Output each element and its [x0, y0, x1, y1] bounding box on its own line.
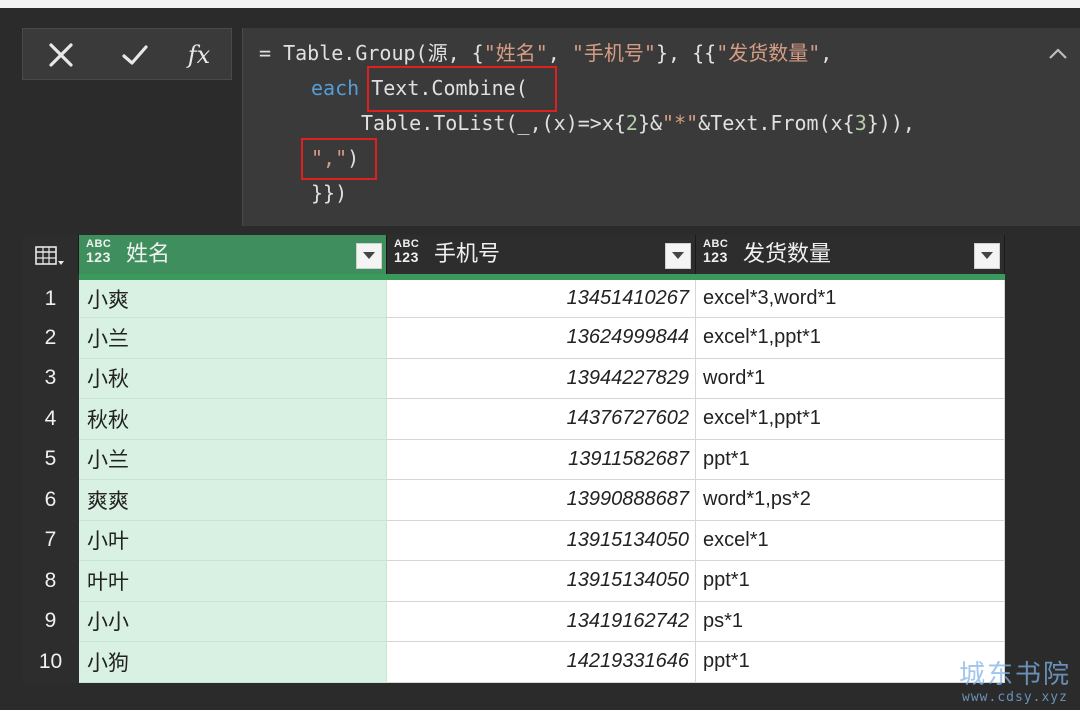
cell-name[interactable]: 小叶 — [78, 519, 387, 561]
cell-quantity[interactable]: ppt*1 — [695, 560, 1005, 602]
formula-line-1: = Table.Group(源, {"姓名", "手机号"}, {{"发货数量"… — [259, 41, 833, 65]
cell-phone[interactable]: 14376727602 — [386, 398, 696, 440]
table-row: 4 秋秋 14376727602 excel*1,ppt*1 — [22, 398, 1005, 440]
table-row: 7 小叶 13915134050 excel*1 — [22, 519, 1005, 561]
cell-name[interactable]: 小兰 — [78, 317, 387, 359]
close-x-icon — [49, 43, 73, 67]
type-any-icon: ABC 123 — [86, 238, 112, 265]
cell-name[interactable]: 小小 — [78, 600, 387, 642]
cell-quantity[interactable]: ppt*1 — [695, 438, 1005, 480]
table-menu-corner[interactable] — [22, 235, 79, 280]
data-grid: ABC 123 姓名 ABC 123 手机号 ABC 123 发货数量 1 小爽… — [22, 235, 1005, 683]
row-number[interactable]: 8 — [22, 560, 79, 602]
chevron-down-icon — [363, 252, 375, 259]
highlight-box-text-combine — [367, 66, 557, 112]
formula-line-5: }}) — [311, 181, 348, 205]
cell-phone[interactable]: 13944227829 — [386, 357, 696, 399]
cell-quantity[interactable]: excel*1 — [695, 519, 1005, 561]
filter-dropdown-button[interactable] — [356, 243, 382, 269]
table-row: 2 小兰 13624999844 excel*1,ppt*1 — [22, 317, 1005, 359]
table-row: 10 小狗 14219331646 ppt*1 — [22, 641, 1005, 683]
watermark-url: www.cdsy.xyz — [962, 690, 1068, 705]
chevron-down-icon — [672, 252, 684, 259]
cell-phone[interactable]: 13915134050 — [386, 560, 696, 602]
collapse-formula-button[interactable] — [1046, 42, 1070, 66]
fx-icon: fx — [187, 41, 211, 69]
type-any-icon: ABC 123 — [394, 238, 420, 265]
cell-phone[interactable]: 13624999844 — [386, 317, 696, 359]
row-number[interactable]: 7 — [22, 519, 79, 561]
cancel-button[interactable] — [41, 35, 81, 75]
cell-quantity[interactable]: word*1 — [695, 357, 1005, 399]
highlight-box-delimiter — [301, 138, 377, 180]
formula-editor[interactable]: = Table.Group(源, {"姓名", "手机号"}, {{"发货数量"… — [242, 28, 1080, 226]
cell-quantity[interactable]: word*1,ps*2 — [695, 479, 1005, 521]
column-title: 手机号 — [434, 241, 501, 266]
cell-name[interactable]: 小秋 — [78, 357, 387, 399]
row-number[interactable]: 10 — [22, 641, 79, 683]
row-number[interactable]: 2 — [22, 317, 79, 359]
column-header-quantity[interactable]: ABC 123 发货数量 — [695, 235, 1005, 280]
confirm-button[interactable] — [115, 35, 155, 75]
table-row: 6 爽爽 13990888687 word*1,ps*2 — [22, 479, 1005, 521]
top-strip — [0, 0, 1080, 8]
cell-quantity[interactable]: excel*1,ppt*1 — [695, 398, 1005, 440]
table-row: 1 小爽 13451410267 excel*3,word*1 — [22, 276, 1005, 318]
cell-name[interactable]: 叶叶 — [78, 560, 387, 602]
filter-dropdown-button[interactable] — [974, 243, 1000, 269]
formula-line-3: Table.ToList(_,(x)=>x{2}&"*"&Text.From(x… — [361, 111, 915, 135]
watermark-title: 城东书院 — [958, 660, 1071, 690]
table-row: 5 小兰 13911582687 ppt*1 — [22, 438, 1005, 480]
cell-quantity[interactable]: excel*1,ppt*1 — [695, 317, 1005, 359]
cell-name[interactable]: 小兰 — [78, 438, 387, 480]
cell-phone[interactable]: 13911582687 — [386, 438, 696, 480]
column-header-name[interactable]: ABC 123 姓名 — [78, 235, 387, 280]
cell-name[interactable]: 秋秋 — [78, 398, 387, 440]
cell-phone[interactable]: 13419162742 — [386, 600, 696, 642]
cell-phone[interactable]: 14219331646 — [386, 641, 696, 683]
chevron-up-icon — [1049, 48, 1067, 59]
column-header-phone[interactable]: ABC 123 手机号 — [386, 235, 696, 280]
chevron-down-icon — [981, 252, 993, 259]
header-row: ABC 123 姓名 ABC 123 手机号 ABC 123 发货数量 — [22, 235, 1005, 280]
cell-name[interactable]: 小狗 — [78, 641, 387, 683]
filter-dropdown-button[interactable] — [665, 243, 691, 269]
check-icon — [122, 45, 148, 65]
row-number[interactable]: 1 — [22, 276, 79, 318]
row-number[interactable]: 4 — [22, 398, 79, 440]
cell-quantity[interactable]: excel*3,word*1 — [695, 276, 1005, 318]
row-number[interactable]: 6 — [22, 479, 79, 521]
insert-function-button[interactable]: fx — [179, 35, 219, 75]
row-number[interactable]: 9 — [22, 600, 79, 642]
column-title: 姓名 — [126, 241, 171, 266]
table-row: 9 小小 13419162742 ps*1 — [22, 600, 1005, 642]
cell-name[interactable]: 小爽 — [78, 276, 387, 318]
cell-phone[interactable]: 13915134050 — [386, 519, 696, 561]
table-row: 3 小秋 13944227829 word*1 — [22, 357, 1005, 399]
row-number[interactable]: 5 — [22, 438, 79, 480]
formula-toolbox: fx — [22, 28, 232, 80]
cell-phone[interactable]: 13990888687 — [386, 479, 696, 521]
type-any-icon: ABC 123 — [703, 238, 729, 265]
cell-name[interactable]: 爽爽 — [78, 479, 387, 521]
table-row: 8 叶叶 13915134050 ppt*1 — [22, 560, 1005, 602]
column-title: 发货数量 — [743, 241, 832, 266]
cell-quantity[interactable]: ps*1 — [695, 600, 1005, 642]
watermark: 城东书院 www.cdsy.xyz — [950, 660, 1080, 710]
row-number[interactable]: 3 — [22, 357, 79, 399]
table-grid-icon — [34, 246, 64, 265]
cell-phone[interactable]: 13451410267 — [386, 276, 696, 318]
